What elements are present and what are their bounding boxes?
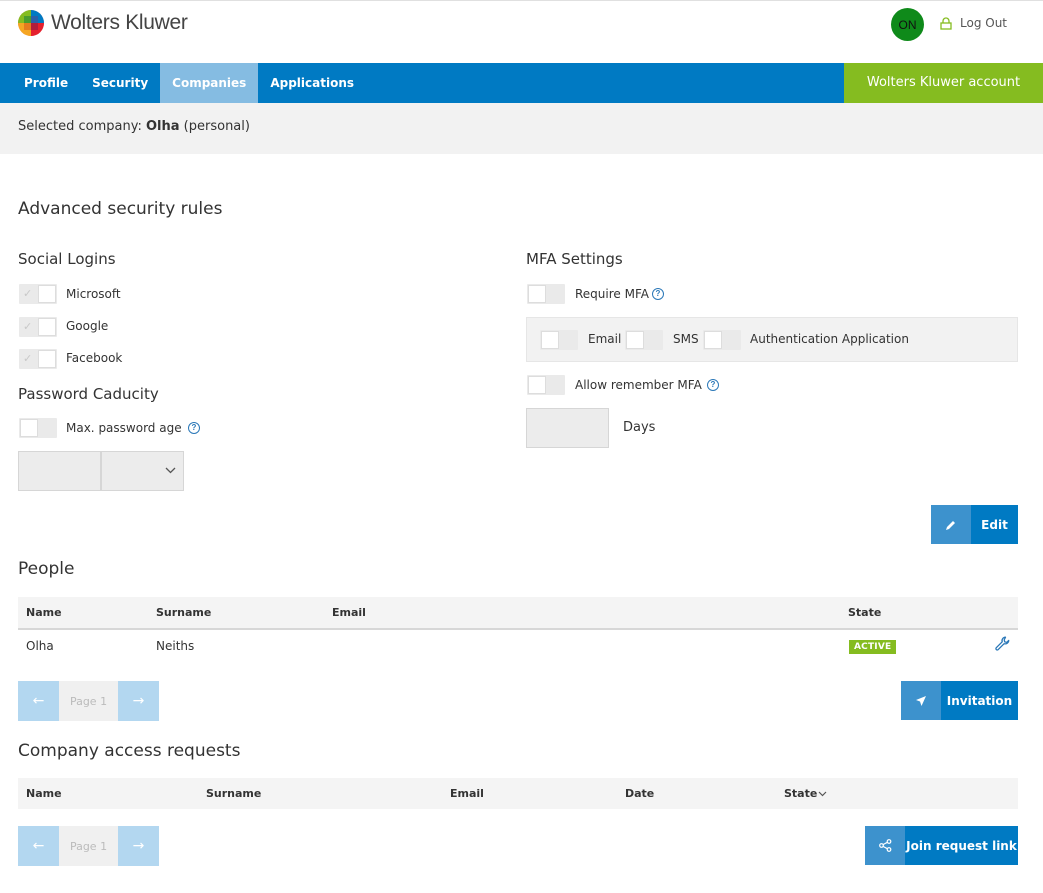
allow-remember-mfa-label: Allow remember MFA — [575, 378, 702, 392]
requests-col-email[interactable]: Email — [450, 787, 484, 800]
selected-company-prefix: Selected company: — [18, 119, 142, 134]
require-mfa-help-icon[interactable]: ? — [652, 288, 664, 300]
wolters-kluwer-account-button[interactable]: Wolters Kluwer account — [844, 63, 1043, 103]
allow-remember-mfa-toggle[interactable] — [527, 375, 565, 395]
facebook-login-label: Facebook — [66, 351, 123, 365]
person-surname: Neiths — [156, 639, 195, 653]
check-icon: ✓ — [23, 320, 33, 333]
selected-company-suffix: (personal) — [183, 119, 250, 134]
remember-mfa-days-input[interactable] — [526, 408, 609, 448]
requests-col-state[interactable]: State — [784, 787, 817, 800]
edit-button[interactable]: Edit — [931, 505, 1018, 544]
require-mfa-toggle[interactable] — [527, 284, 565, 304]
chevron-down-icon[interactable] — [818, 791, 827, 797]
tab-companies[interactable]: Companies — [160, 63, 259, 103]
send-icon — [901, 681, 941, 720]
tab-security[interactable]: Security — [80, 63, 160, 103]
mfa-auth-app-label: Authentication Application — [750, 332, 909, 346]
social-logins-title: Social Logins — [18, 250, 116, 268]
requests-pagination: ← Page 1 → — [18, 826, 159, 866]
check-icon: ✓ — [23, 287, 33, 300]
mfa-sms-toggle[interactable] — [625, 330, 663, 350]
join-request-link-button[interactable]: Join request link — [865, 826, 1018, 865]
google-login-toggle[interactable]: ✓ — [19, 317, 57, 337]
mfa-sms-label: SMS — [673, 332, 699, 346]
status-badge: ACTIVE — [849, 640, 897, 654]
allow-remember-mfa-help-icon[interactable]: ? — [707, 379, 719, 391]
advanced-security-title: Advanced security rules — [18, 199, 223, 219]
people-table-header: Name Surname Email State — [18, 597, 1018, 628]
people-prev-page-button[interactable]: ← — [18, 681, 59, 721]
facebook-login-toggle[interactable]: ✓ — [19, 349, 57, 369]
brand-name: Wolters Kluwer — [51, 11, 188, 34]
people-header-divider — [18, 628, 1018, 630]
tab-profile[interactable]: Profile — [12, 63, 80, 103]
selected-company-bar: Selected company: Olha (personal) — [0, 103, 1043, 154]
password-age-input[interactable] — [18, 451, 101, 491]
mfa-settings-title: MFA Settings — [526, 250, 623, 268]
user-avatar[interactable]: ON — [891, 8, 924, 41]
selected-company-name: Olha — [145, 119, 180, 134]
join-request-link-label: Join request link — [906, 838, 1017, 853]
requests-page-indicator: Page 1 — [59, 826, 118, 866]
selected-company-text: Selected company: Olha (personal) — [18, 119, 250, 134]
people-col-surname[interactable]: Surname — [156, 606, 211, 619]
check-icon: ✓ — [23, 352, 33, 365]
max-password-age-label: Max. password age — [66, 421, 182, 435]
google-login-label: Google — [66, 319, 109, 333]
main-nav: Profile Security Companies Applications … — [0, 63, 1043, 103]
nav-tabs: Profile Security Companies Applications — [18, 63, 366, 103]
people-next-page-button[interactable]: → — [118, 681, 159, 721]
person-name: Olha — [26, 639, 54, 653]
mfa-auth-app-toggle[interactable] — [703, 330, 741, 350]
logout-button[interactable]: Log Out — [940, 16, 1007, 30]
share-icon — [865, 826, 905, 865]
requests-table-header: Name Surname Email Date State — [18, 778, 1018, 809]
days-label: Days — [623, 420, 656, 435]
requests-col-surname[interactable]: Surname — [206, 787, 261, 800]
top-header: Wolters Kluwer ON Log Out — [0, 0, 1043, 63]
people-title: People — [18, 559, 75, 579]
brand-logo[interactable]: Wolters Kluwer — [18, 10, 188, 36]
lock-icon — [940, 16, 952, 30]
microsoft-login-label: Microsoft — [66, 287, 121, 301]
password-caducity-title: Password Caducity — [18, 385, 159, 403]
requests-prev-page-button[interactable]: ← — [18, 826, 59, 866]
wrench-icon[interactable] — [995, 636, 1010, 651]
mfa-email-label: Email — [588, 332, 622, 346]
pencil-icon — [931, 505, 971, 544]
invitation-label: Invitation — [946, 693, 1013, 708]
chevron-down-icon — [165, 467, 176, 474]
logout-label: Log Out — [960, 16, 1008, 30]
max-password-age-help-icon[interactable]: ? — [188, 422, 200, 434]
tab-applications[interactable]: Applications — [258, 63, 366, 103]
require-mfa-label: Require MFA — [575, 287, 649, 301]
requests-col-date[interactable]: Date — [625, 787, 654, 800]
people-col-name[interactable]: Name — [26, 606, 62, 619]
invitation-button[interactable]: Invitation — [901, 681, 1018, 720]
password-age-unit-select[interactable] — [101, 451, 184, 491]
people-page-indicator: Page 1 — [59, 681, 118, 721]
people-col-state[interactable]: State — [848, 606, 881, 619]
max-password-age-toggle[interactable] — [19, 418, 57, 438]
company-access-requests-title: Company access requests — [18, 741, 241, 761]
people-col-email[interactable]: Email — [332, 606, 366, 619]
microsoft-login-toggle[interactable]: ✓ — [19, 284, 57, 304]
mfa-email-toggle[interactable] — [540, 330, 578, 350]
edit-label: Edit — [981, 517, 1008, 532]
wolters-kluwer-logo-icon — [18, 10, 44, 36]
people-pagination: ← Page 1 → — [18, 681, 159, 721]
requests-next-page-button[interactable]: → — [118, 826, 159, 866]
requests-col-name[interactable]: Name — [26, 787, 62, 800]
